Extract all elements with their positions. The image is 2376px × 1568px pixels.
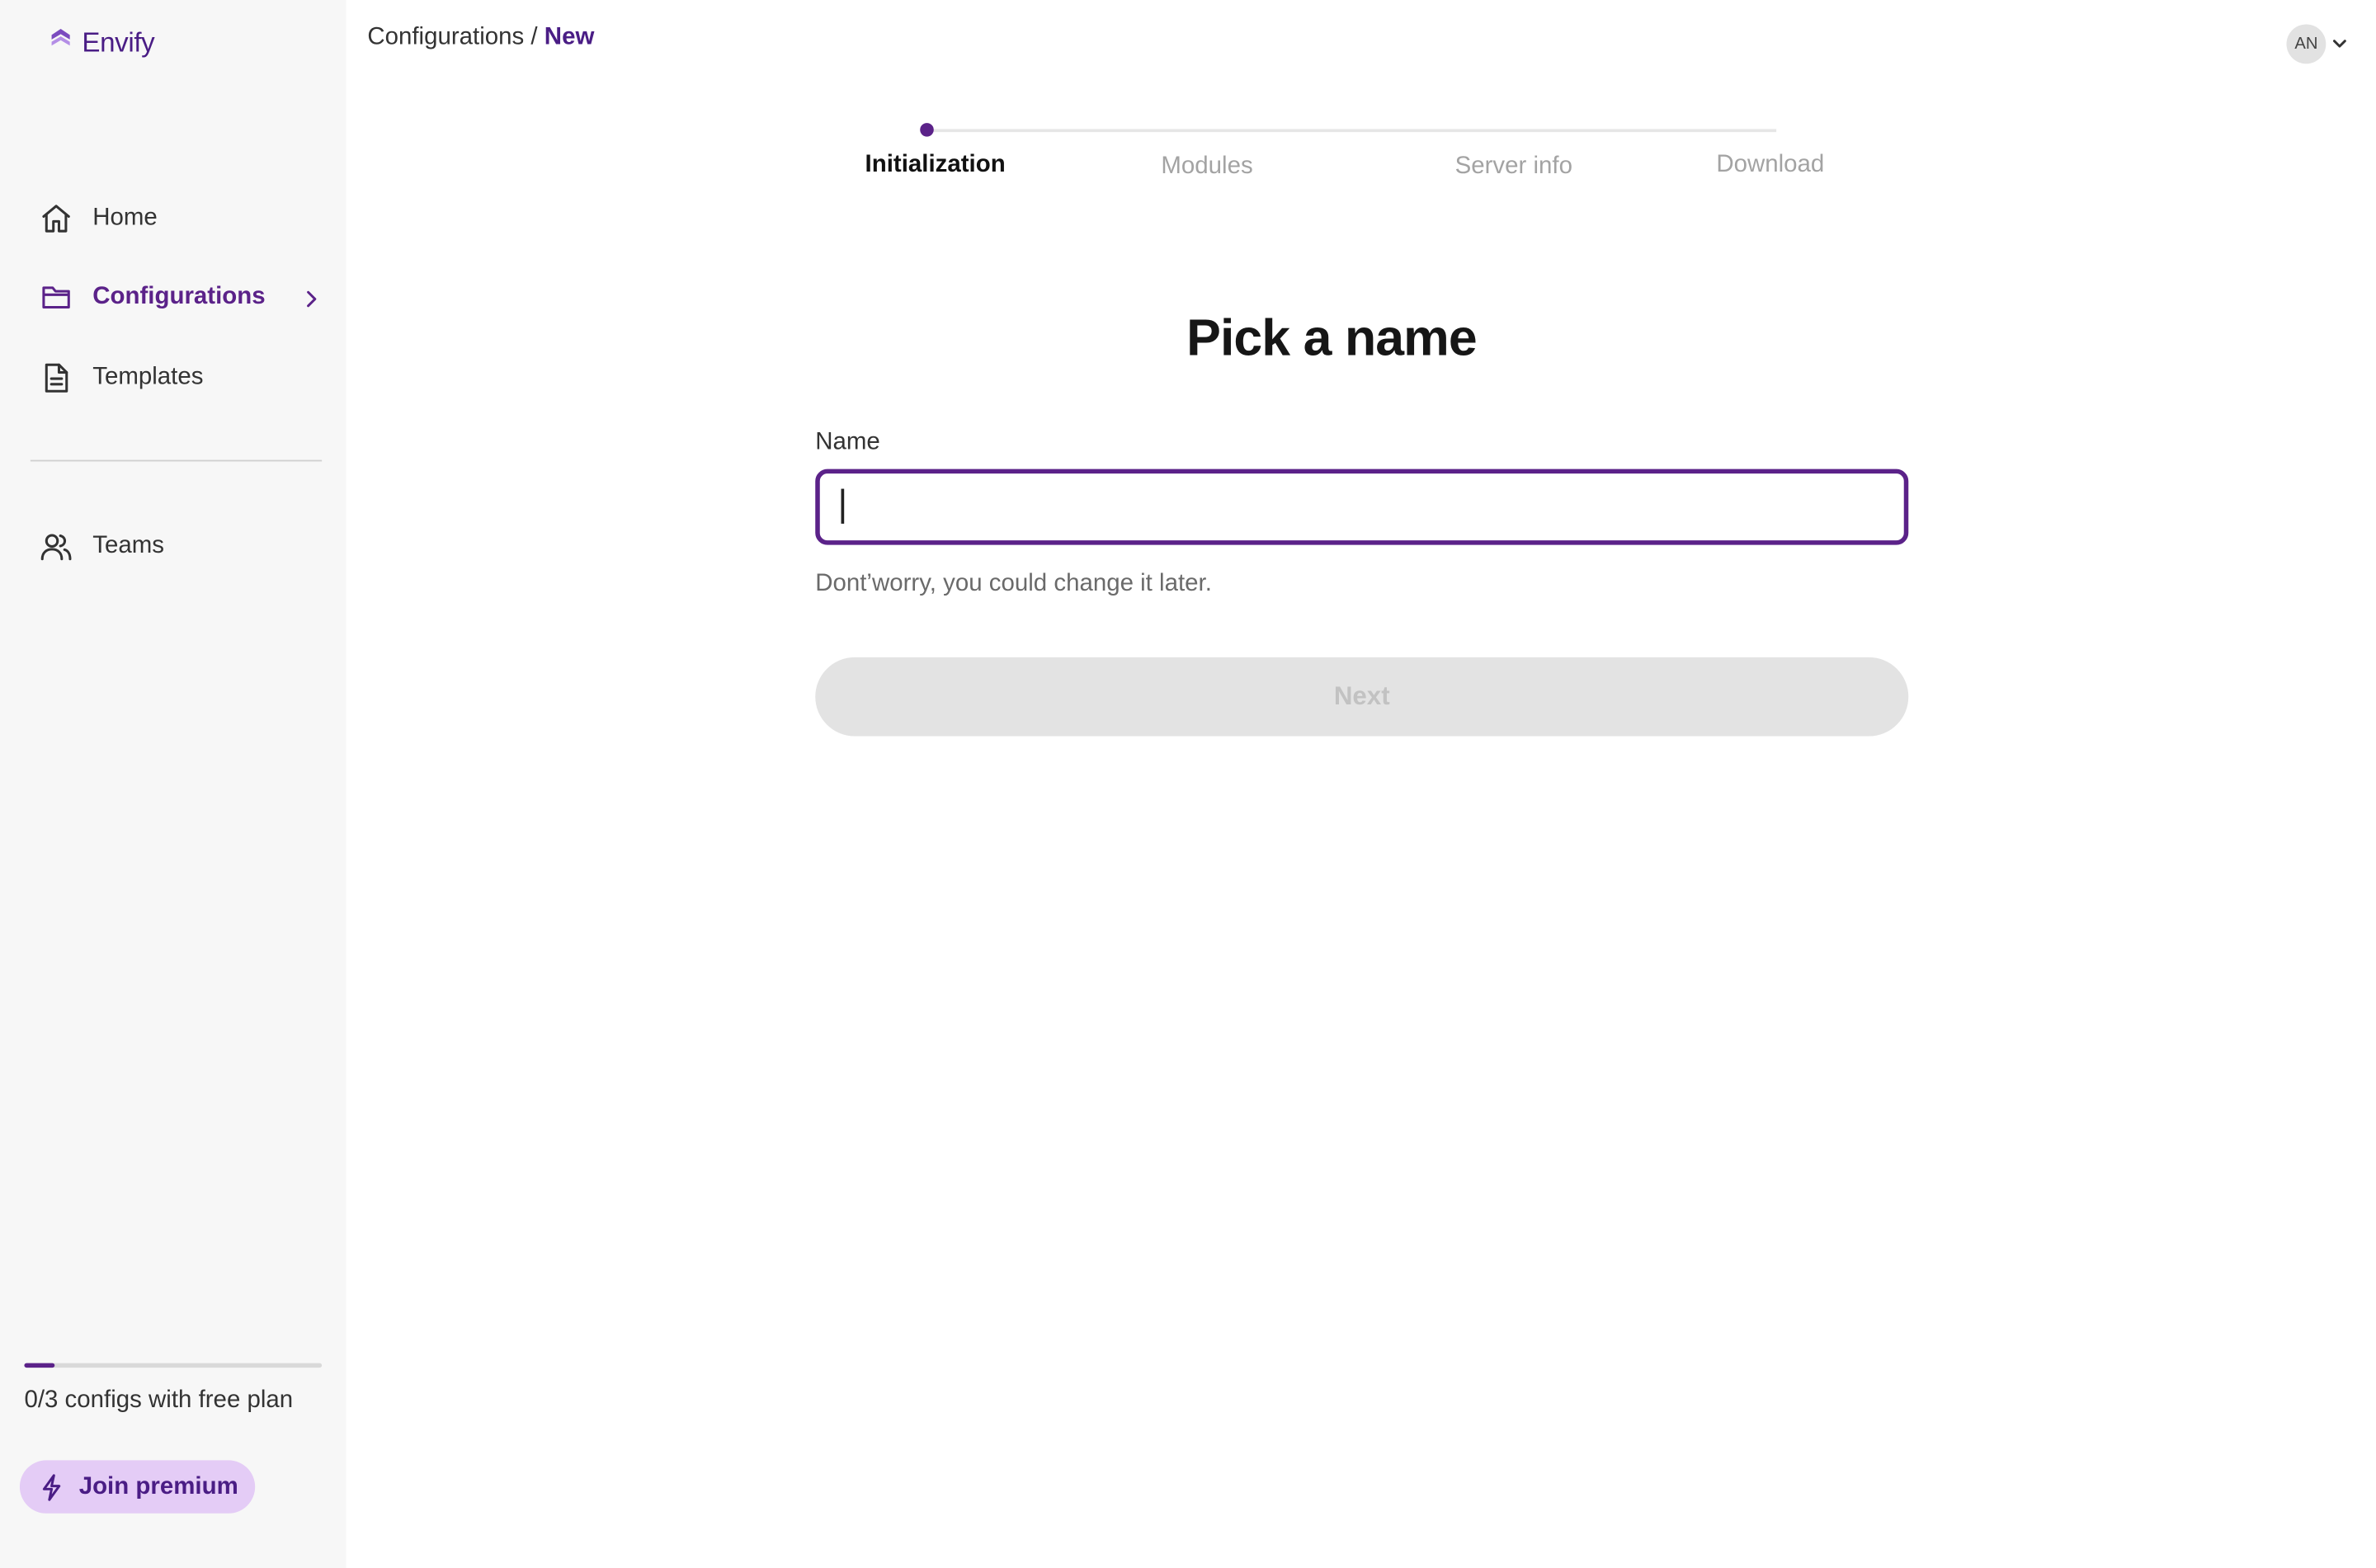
sidebar-item-label: Configurations [92,284,266,310]
logo[interactable]: Envify [49,27,155,59]
sidebar-item-label: Teams [92,532,164,559]
app-root: Envify Home Configurations Templates Tea… [0,0,2376,1568]
breadcrumb-separator: / [530,24,538,50]
home-icon [31,202,92,235]
sidebar-item-label: Home [92,205,158,231]
sidebar-item-teams[interactable]: Teams [31,519,328,573]
sidebar-item-templates[interactable]: Templates [31,351,328,405]
step-server-info: Server info [1454,153,1572,180]
plan-usage-bar [24,1363,323,1368]
step-download: Download [1716,152,1825,178]
envify-logo-icon [49,27,73,59]
stepper-track [926,129,1777,133]
stepper-current-dot [920,123,934,137]
plan-usage-text: 0/3 configs with free plan [24,1387,294,1414]
name-hint: Dont’worry, you could change it later. [815,570,1212,597]
sidebar: Envify Home Configurations Templates Tea… [0,0,346,1568]
name-input[interactable] [815,469,1909,545]
breadcrumb: Configurations / New [367,24,594,51]
sidebar-item-home[interactable]: Home [31,191,328,246]
document-icon [31,361,92,394]
users-icon [31,530,92,563]
text-caret [841,488,845,524]
page-title: Pick a name [1186,309,1478,368]
join-premium-label: Join premium [78,1473,238,1500]
sidebar-item-label: Templates [92,364,204,390]
chevron-right-icon [304,289,318,316]
bolt-icon [41,1473,65,1500]
logo-text: Envify [82,27,155,58]
folder-icon [31,280,92,313]
join-premium-button[interactable]: Join premium [19,1460,256,1514]
breadcrumb-parent[interactable]: Configurations [367,24,524,49]
step-modules: Modules [1161,153,1253,180]
user-menu[interactable]: AN [2286,24,2347,64]
step-initialization: Initialization [865,152,1006,178]
next-button[interactable]: Next [815,657,1909,737]
name-field-label: Name [815,429,880,456]
sidebar-item-configurations[interactable]: Configurations [31,271,328,325]
sidebar-divider [30,459,323,462]
breadcrumb-current: New [544,24,595,50]
avatar: AN [2286,24,2326,64]
plan-usage-fill [24,1363,54,1368]
chevron-down-icon [2332,31,2347,58]
